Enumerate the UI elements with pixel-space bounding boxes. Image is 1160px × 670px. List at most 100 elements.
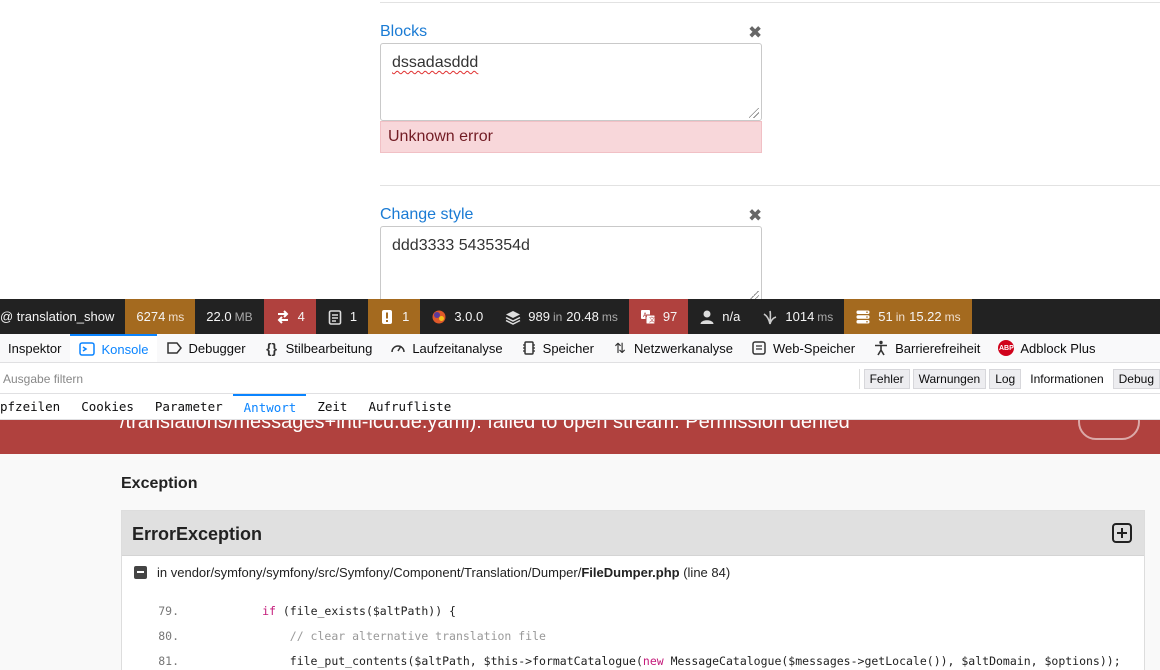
toolbar-validator[interactable]: 1	[368, 299, 421, 334]
cache-unit: ms	[601, 309, 618, 324]
tab-parameters[interactable]: Parameter	[144, 394, 233, 419]
cache-in: in	[552, 309, 563, 324]
toolbar-memory[interactable]: 22.0 MB	[195, 299, 263, 334]
tab-label: Netzwerkanalyse	[633, 340, 733, 356]
line-number: 79.	[158, 603, 179, 618]
toolbar-twig[interactable]: 1014 ms	[751, 299, 844, 334]
tab-label: Inspektor	[8, 340, 62, 356]
blocks-textarea[interactable]: dssadasddd	[380, 43, 762, 121]
tab-inspektor[interactable]: Inspektor	[0, 334, 70, 362]
memory-value: 22.0	[206, 309, 232, 324]
filter-log-button[interactable]: Log	[989, 368, 1022, 389]
trace-path: in vendor/symfony/symfony/src/Symfony/Co…	[157, 565, 730, 580]
validator-count: 1	[402, 309, 410, 324]
divider	[858, 368, 860, 389]
db-time: 15.22	[909, 309, 942, 324]
line-number: 81.	[158, 653, 179, 668]
tab-speicher[interactable]: Speicher	[512, 334, 603, 362]
version-value: 3.0.0	[454, 309, 484, 324]
filter-info-button[interactable]: Informationen	[1024, 369, 1109, 389]
tab-web-speicher[interactable]: Web-Speicher	[742, 334, 864, 362]
tab-label: Konsole	[101, 341, 149, 357]
path-prefix: in vendor/symfony/symfony/src/Symfony/Co…	[157, 565, 582, 580]
blocks-text: dssadasddd	[392, 54, 479, 71]
memory-chip-icon	[522, 341, 535, 355]
toolbar-translation[interactable]: A文 97	[628, 299, 689, 334]
user-icon	[700, 310, 714, 324]
braces-icon: {}	[266, 340, 278, 356]
console-icon	[79, 342, 96, 356]
toolbar-user[interactable]: n/a	[688, 299, 751, 334]
code-line: 79. if (file_exists($altPath)) {	[122, 598, 1121, 623]
expand-plus-icon[interactable]	[1112, 523, 1132, 543]
exception-header: /translations/messages+intl-icu.de.yaml)…	[0, 420, 1160, 454]
filter-errors-button[interactable]: Fehler	[863, 368, 910, 389]
resize-grip-icon[interactable]	[749, 108, 759, 118]
change-style-remove-icon[interactable]: ✖	[748, 207, 762, 224]
tab-timings[interactable]: Zeit	[306, 394, 357, 419]
time-unit: ms	[168, 309, 185, 324]
layers-icon	[505, 310, 521, 325]
tab-netzwerkanalyse[interactable]: ⇅ Netzwerkanalyse	[603, 334, 742, 362]
change-style-label: Change style	[380, 206, 474, 223]
exception-trace: ErrorException in vendor/symfony/symfony…	[121, 510, 1145, 670]
toolbar-forms[interactable]: 1	[316, 299, 368, 334]
tab-headers[interactable]: pfzeilen	[0, 394, 70, 419]
console-filter-bar: Ausgabe filtern Fehler Warnungen Log Inf…	[0, 364, 1160, 394]
db-value: 51	[878, 309, 893, 324]
translation-form: Blocks ✖ dssadasddd Unknown error Change…	[0, 0, 1160, 299]
trace-file-line[interactable]: in vendor/symfony/symfony/src/Symfony/Co…	[134, 565, 730, 580]
exception-page: /translations/messages+intl-icu.de.yaml)…	[0, 420, 1160, 670]
tab-cookies[interactable]: Cookies	[70, 394, 144, 419]
resize-grip-icon[interactable]	[749, 291, 759, 299]
change-style-textarea[interactable]: ddd3333 5435354d	[380, 226, 762, 299]
svg-text:文: 文	[649, 316, 655, 324]
output-filter-input[interactable]: Ausgabe filtern	[0, 372, 859, 386]
exception-class: ErrorException	[132, 524, 263, 544]
tab-stilbearbeitung[interactable]: {} Stilbearbeitung	[255, 334, 382, 362]
blocks-remove-icon[interactable]: ✖	[748, 24, 762, 41]
toolbar-route[interactable]: @ translation_show	[0, 299, 125, 334]
toolbar-version[interactable]: 3.0.0	[420, 299, 494, 334]
toolbar-time[interactable]: 6274 ms	[125, 299, 196, 334]
tab-stack-trace[interactable]: Aufrufliste	[357, 394, 461, 419]
tab-konsole[interactable]: Konsole	[70, 334, 158, 362]
toolbar-cache[interactable]: 989 in 20.48 ms	[494, 299, 629, 334]
accessibility-icon	[875, 340, 888, 356]
tab-label: Web-Speicher	[772, 340, 856, 356]
toolbar-requests[interactable]: 4	[263, 299, 316, 334]
change-style-text: ddd3333 5435354d	[392, 237, 530, 254]
tab-label: Stilbearbeitung	[285, 340, 373, 356]
blocks-label: Blocks	[380, 23, 428, 40]
ghost-logo-icon	[1078, 420, 1140, 440]
tab-label: Barrierefreiheit	[895, 340, 981, 356]
code-text: (file_exists($altPath)) {	[275, 603, 456, 618]
form-icon	[328, 309, 342, 325]
api-platform-logo-icon	[432, 310, 446, 323]
line-number: 80.	[158, 628, 179, 643]
filter-debug-button[interactable]: Debug	[1112, 368, 1160, 389]
code-keyword: if	[262, 603, 276, 618]
tab-debugger[interactable]: Debugger	[157, 334, 254, 362]
collapse-minus-icon[interactable]	[134, 566, 147, 579]
forms-count: 1	[349, 309, 358, 324]
toolbar-database[interactable]: 51 in 15.22 ms	[844, 299, 972, 334]
adblock-plus-icon: ABP	[998, 340, 1015, 356]
divider	[380, 185, 1160, 186]
tab-laufzeitanalyse[interactable]: Laufzeitanalyse	[381, 334, 511, 362]
twig-value: 1014	[785, 309, 815, 324]
filter-warnings-button[interactable]: Warnungen	[912, 368, 987, 389]
tab-adblock-plus[interactable]: ABP Adblock Plus	[989, 334, 1104, 362]
warning-icon	[382, 309, 393, 324]
db-in: in	[895, 309, 906, 324]
code-line: 80. // clear alternative translation fil…	[122, 623, 1121, 648]
tab-label: Debugger	[188, 340, 246, 356]
database-icon	[856, 310, 870, 323]
tab-response[interactable]: Antwort	[232, 394, 307, 419]
code-comment: // clear alternative translation file	[289, 628, 546, 643]
tab-barrierefreiheit[interactable]: Barrierefreiheit	[864, 334, 989, 362]
tab-label: Speicher	[542, 340, 594, 356]
